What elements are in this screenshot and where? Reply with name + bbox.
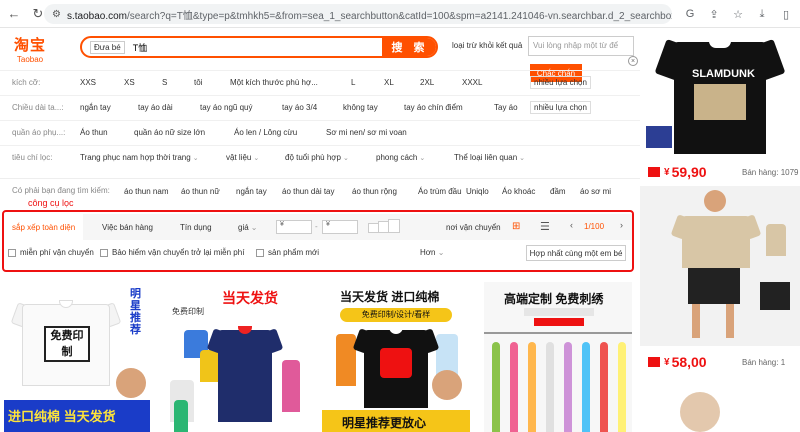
related-search-link[interactable]: Uniqlo (466, 187, 489, 196)
share-icon[interactable]: ⇪ (704, 4, 724, 24)
side-price-tag: ¥ 58,00 (648, 354, 707, 370)
product-bottom-text: 明星推荐更放心 (342, 416, 427, 430)
product-card[interactable]: 当天发货 免费印制 (162, 282, 308, 432)
multi-select-button[interactable]: nhiều lựa chọn (530, 101, 591, 114)
tmall-badge-icon (648, 167, 660, 177)
size-option[interactable]: XXS (80, 78, 96, 87)
chevron-down-icon: ⌄ (519, 155, 526, 162)
sleeve-option[interactable]: tay áo dài (138, 103, 173, 112)
person-avatar (116, 368, 146, 398)
exclude-label: loại trừ khỏi kết quả (452, 41, 523, 50)
size-option[interactable]: S (162, 78, 167, 87)
multi-select-button[interactable]: nhiều lựa chọn (530, 76, 591, 89)
side-price-tag: ¥ 59,90 (648, 164, 707, 180)
product-promo-text: 免费印制 (44, 326, 90, 362)
close-icon[interactable]: × (628, 56, 638, 66)
sleeve-option[interactable]: tay áo ngũ quý (200, 103, 252, 112)
taobao-logo[interactable]: 淘宝 Taobao (10, 34, 50, 64)
chevron-down-icon: ⌄ (342, 155, 349, 162)
search-bar: Đưa bé T恤 搜 索 (80, 36, 438, 58)
search-button[interactable]: 搜 索 (382, 38, 436, 56)
side-product-card[interactable]: SLAMDUNK (640, 28, 800, 158)
sidebar-icon[interactable]: ▯ (776, 4, 796, 24)
filter-label-sleeve: Chiều dài ta...: (12, 103, 64, 112)
url-host: s.taobao.com (66, 10, 128, 22)
product-promo-text: 免费印制 (172, 307, 204, 316)
related-search-link[interactable]: Áo trùm đầu (418, 187, 462, 196)
product-card[interactable]: 高端定制 免费刺绣 (484, 282, 632, 432)
related-search-link[interactable]: áo thun dài tay (282, 187, 334, 196)
related-search-link[interactable]: áo thun rộng (352, 187, 397, 196)
size-option[interactable]: 2XL (420, 78, 434, 87)
related-search-link[interactable]: Áo khoác (502, 187, 535, 196)
size-option[interactable]: L (351, 78, 355, 87)
product-top-text: 明星推荐 (130, 288, 141, 336)
side-sold-count: Bán hàng: 1079 (742, 168, 799, 177)
tmall-badge-icon (648, 357, 660, 367)
chevron-down-icon: ⌄ (253, 155, 260, 162)
person-avatar (680, 392, 720, 432)
size-option[interactable]: Một kích thước phù hợ... (230, 78, 318, 87)
bookmark-star-icon[interactable]: ☆ (728, 4, 748, 24)
criteria-dropdown[interactable]: độ tuổi phù hợp ⌄ (285, 153, 349, 162)
search-input[interactable]: T恤 (129, 41, 382, 54)
person-avatar (432, 370, 462, 400)
product-bottom-text: 进口纯棉 当天发货 (8, 409, 116, 424)
highlight-frame (2, 210, 634, 272)
beige-tshirt-image (670, 208, 762, 268)
filter-tools-annotation: công cụ lọc (28, 198, 74, 208)
sleeve-option[interactable]: ngắn tay (80, 103, 111, 112)
sleeve-option[interactable]: tay áo chín điểm (404, 103, 463, 112)
url-path: /search?q=T恤&type=p&tmhkh5=&from=sea_1_s… (127, 10, 672, 22)
product-top-text: 高端定制 免费刺绣 (504, 292, 604, 306)
filter-label-criteria: tiêu chí lọc: (12, 153, 53, 162)
address-bar[interactable]: ⚙ s.taobao.com/search?q=T恤&type=p&tmhkh5… (44, 4, 672, 24)
browser-toolbar: ← ↻ ⚙ s.taobao.com/search?q=T恤&type=p&tm… (0, 0, 800, 28)
chevron-down-icon: ⌄ (192, 155, 199, 162)
clothing-option[interactable]: Sơ mi nen/ sơ mi voan (326, 128, 407, 137)
clothing-option[interactable]: quần áo nữ size lớn (134, 128, 205, 137)
translate-icon[interactable]: G (680, 4, 700, 24)
product-top-text: 当天发货 (222, 288, 306, 310)
search-scope-select[interactable]: Đưa bé (82, 40, 129, 54)
size-option[interactable]: XS (124, 78, 135, 87)
related-search-link[interactable]: đầm (550, 187, 566, 196)
criteria-dropdown[interactable]: phong cách ⌄ (376, 153, 425, 162)
related-search-link[interactable]: ngắn tay (236, 187, 267, 196)
sleeve-option[interactable]: tay áo 3/4 (282, 103, 317, 112)
side-product-card[interactable] (640, 186, 800, 346)
criteria-dropdown[interactable]: Thể loại liên quan ⌄ (454, 153, 525, 162)
logo-en: Taobao (16, 55, 44, 64)
filter-label-related: Có phải bạn đang tìm kiếm: (12, 186, 110, 195)
criteria-dropdown[interactable]: Trang phục nam hợp thời trang ⌄ (80, 153, 199, 162)
back-arrow-icon[interactable]: ← (4, 4, 24, 24)
product-top-text: 当天发货 进口纯棉 (340, 290, 440, 304)
related-search-link[interactable]: áo sơ mi (580, 187, 611, 196)
polo-shirt-image (206, 322, 284, 422)
size-option[interactable]: XXXL (462, 78, 482, 87)
logo-cn: 淘宝 (13, 37, 46, 54)
related-search-link[interactable]: áo thun nam (124, 187, 168, 196)
related-search-link[interactable]: áo thun nữ (181, 187, 220, 196)
product-card[interactable]: 当天发货 进口纯棉 免费印制/设计/看样 明星推荐更放心 (322, 282, 470, 432)
size-option[interactable]: XL (384, 78, 394, 87)
criteria-dropdown[interactable]: vật liệu ⌄ (226, 153, 259, 162)
filter-label-clothing: quần áo phụ...: (12, 128, 66, 137)
size-option[interactable]: tôi (194, 78, 202, 87)
chevron-down-icon: ⌄ (419, 155, 426, 162)
site-info-icon[interactable]: ⚙ (52, 9, 61, 20)
clothing-option[interactable]: Áo thun (80, 128, 108, 137)
clothing-option[interactable]: Áo len / Lông cừu (234, 128, 297, 137)
side-sold-count: Bán hàng: 1 (742, 358, 786, 367)
sleeve-option[interactable]: Tay áo (494, 103, 518, 112)
sleeve-option[interactable]: không tay (343, 103, 378, 112)
shirt-print-text: SLAMDUNK (692, 68, 755, 80)
side-product-card[interactable] (640, 378, 800, 432)
download-icon[interactable]: ⤓ (752, 4, 772, 24)
product-card[interactable]: 免费印制 明星推荐 进口纯棉 当天发货 (4, 282, 150, 432)
exclude-input[interactable]: Vui lòng nhập một từ để (528, 36, 634, 56)
filter-label-size: kích cỡ: (12, 78, 41, 87)
product-promo-text: 免费印制/设计/看样 (340, 308, 452, 322)
